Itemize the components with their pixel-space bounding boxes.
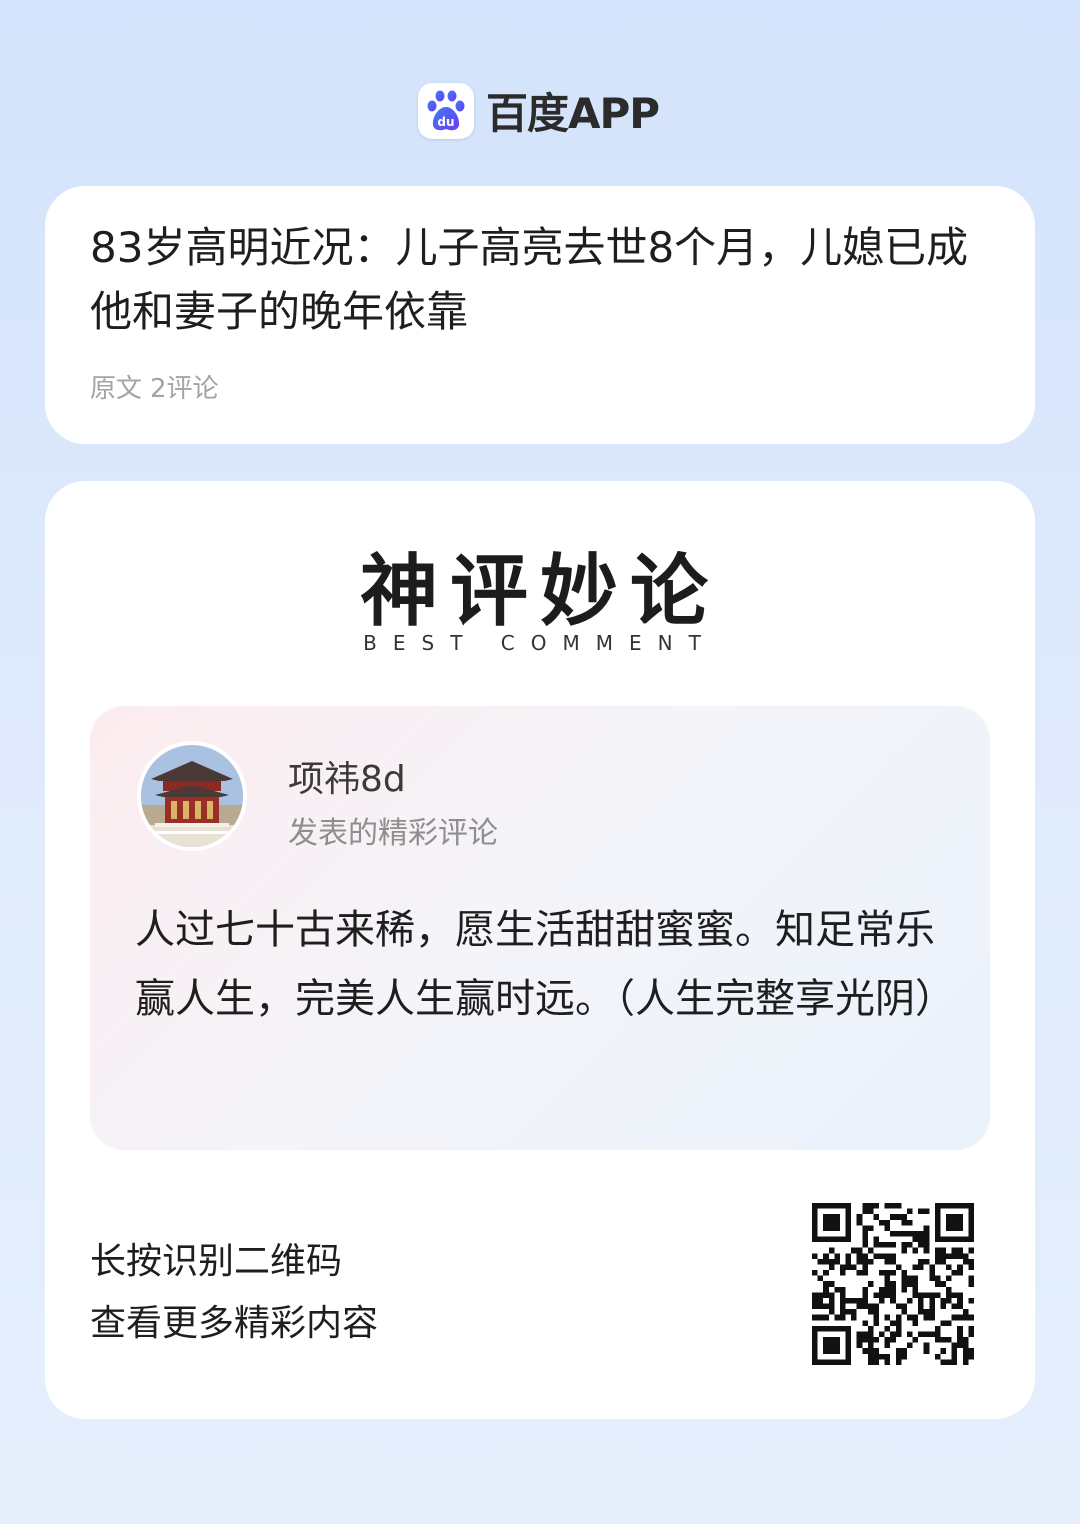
best-comment-subheading: BEST COMMENT [363, 631, 717, 655]
pagoda-avatar-icon[interactable] [137, 741, 247, 851]
baidu-paw-logo-icon: du [418, 82, 474, 139]
qr-call-to-action: 长按识别二维码 查看更多精彩内容 [90, 1231, 378, 1355]
best-comment-card: 神评妙论 BEST COMMENT 项祎8d 发表的精彩评论 人过七十古来稀，愿… [45, 481, 1035, 1419]
brand-name: 百度APP [486, 89, 660, 138]
qr-code-icon[interactable] [812, 1203, 974, 1365]
article-card[interactable]: 83岁高明近况：儿子高亮去世8个月，儿媳已成他和妻子的晚年依靠 原文 2评论 [45, 186, 1035, 444]
best-comment-heading: 神评妙论 [359, 547, 720, 637]
article-source-link[interactable]: 原文 [90, 374, 142, 404]
article-meta: 原文 2评论 [90, 368, 227, 405]
comment-user-subtitle: 发表的精彩评论 [288, 816, 498, 851]
comment-username[interactable]: 项祎8d [288, 750, 406, 802]
comment-text: 人过七十古来稀，愿生活甜甜蜜蜜。知足常乐赢人生，完美人生赢时远。（人生完整享光阴… [135, 907, 955, 1022]
logo-text: du [437, 115, 454, 129]
cta-line-2: 查看更多精彩内容 [90, 1303, 379, 1344]
cta-line-1: 长按识别二维码 [90, 1241, 343, 1282]
article-title[interactable]: 83岁高明近况：儿子高亮去世8个月，儿媳已成他和妻子的晚年依靠 [90, 216, 990, 344]
comment-box: 项祎8d 发表的精彩评论 人过七十古来稀，愿生活甜甜蜜蜜。知足常乐赢人生，完美人… [90, 706, 990, 1150]
brand-header: du 百度APP [418, 80, 660, 141]
article-comment-count[interactable]: 2评论 [150, 374, 219, 404]
